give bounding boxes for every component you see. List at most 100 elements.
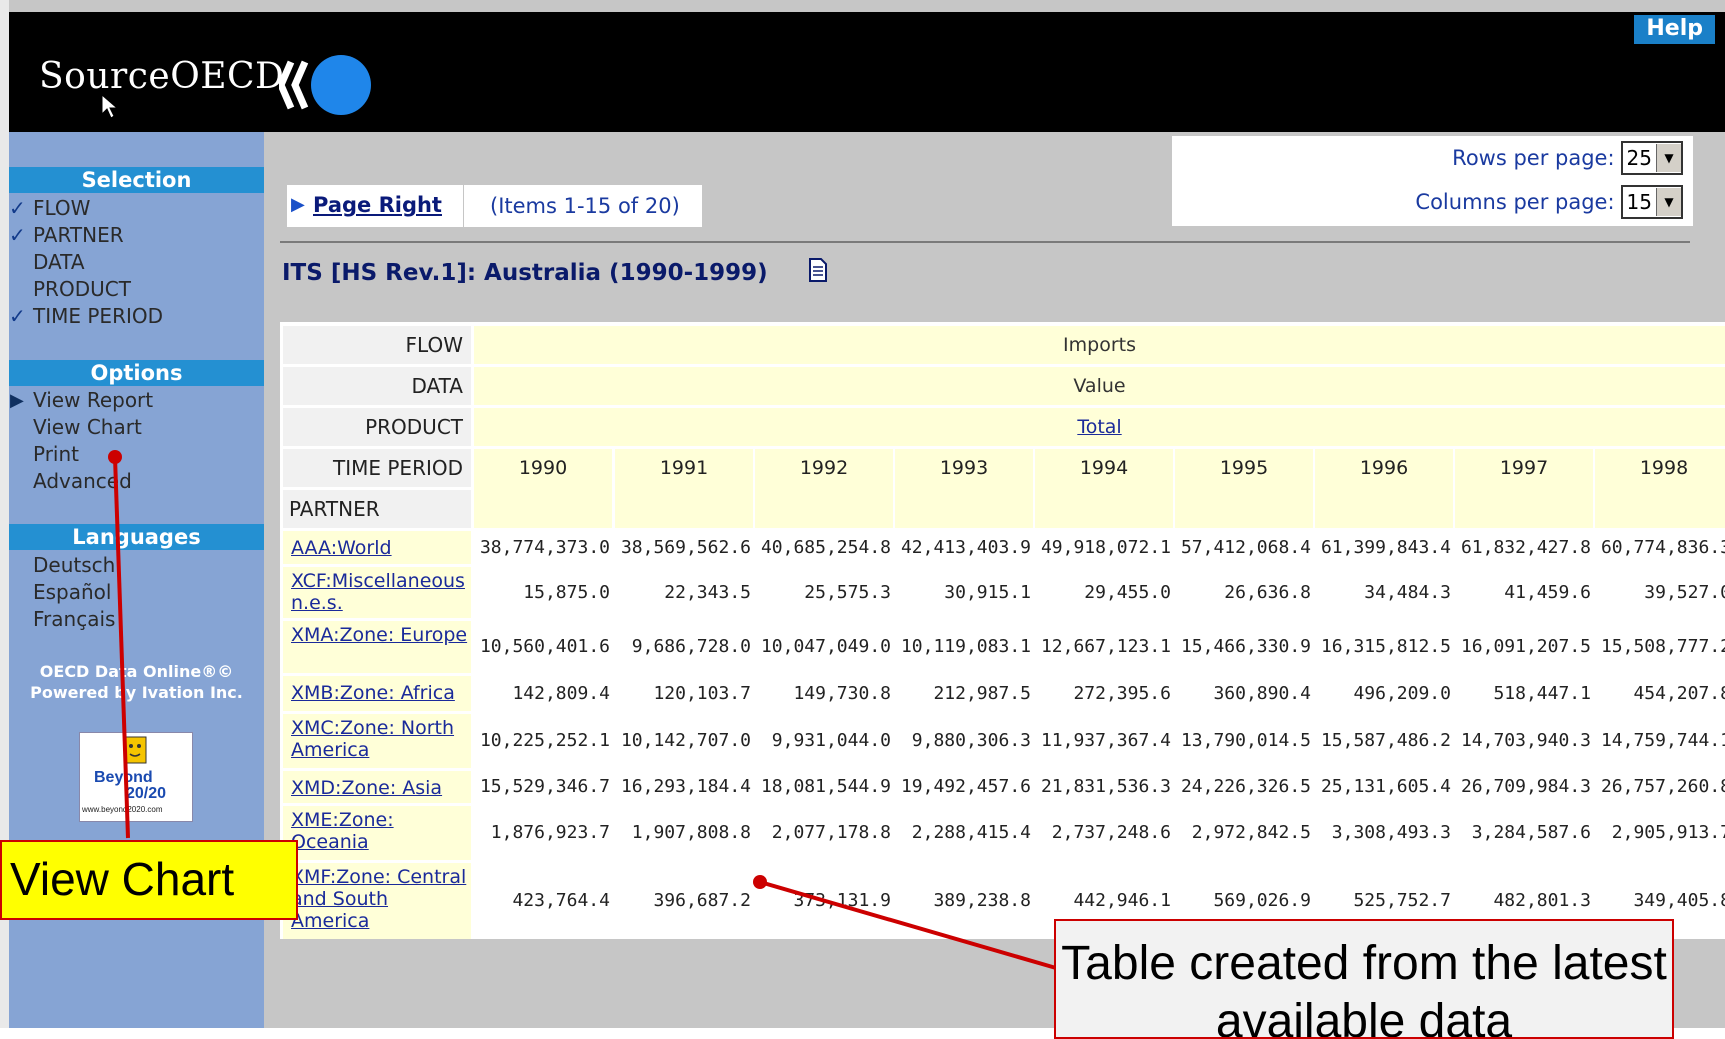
table-cell: 9,686,728.0 [631, 636, 751, 657]
table-cell: 13,790,014.5 [1180, 730, 1311, 751]
play-arrow-icon[interactable]: ▶ [291, 194, 305, 215]
beyond2020-line2: 20/20 [126, 785, 167, 802]
chevron-down-icon[interactable]: ▼ [1656, 188, 1681, 216]
partner-link[interactable]: XME:Zone: Oceania [283, 806, 471, 860]
table-cell: 60,774,836.3 [1600, 537, 1725, 558]
table-cell: 3,308,493.3 [1331, 822, 1451, 843]
table-cell: 26,709,984.3 [1460, 776, 1591, 797]
beyond2020-logo[interactable]: Beyond 20/20 www.beyond2020.com [79, 732, 193, 822]
app-header: SourceOECD Help [9, 12, 1725, 132]
document-icon[interactable] [808, 258, 828, 282]
time-period-label: TIME PERIOD [283, 449, 471, 487]
year-header: 1994 [1035, 449, 1173, 528]
year-header: 1993 [895, 449, 1033, 528]
help-button[interactable]: Help [1634, 15, 1715, 44]
table-cell: 496,209.0 [1353, 683, 1451, 704]
table-cell: 518,447.1 [1493, 683, 1591, 704]
check-icon: ✓ [9, 196, 26, 220]
table-cell: 9,880,306.3 [911, 730, 1031, 751]
rows-per-page-label: Rows per page: [1452, 146, 1615, 170]
table-cell: 38,569,562.6 [620, 537, 751, 558]
table-note-callout: Table created from the latest available … [1054, 919, 1674, 1039]
option-view-report[interactable]: View Report [33, 388, 153, 412]
language-francais[interactable]: Français [33, 607, 115, 631]
options-section-title: Options [9, 360, 264, 386]
table-cell: 272,395.6 [1073, 683, 1171, 704]
selection-item-product[interactable]: PRODUCT [33, 277, 131, 301]
product-value-link[interactable]: Total [474, 408, 1725, 446]
option-print[interactable]: Print [33, 442, 79, 466]
table-cell: 10,047,049.0 [760, 636, 891, 657]
table-cell: 9,931,044.0 [771, 730, 891, 751]
table-cell: 423,764.4 [512, 890, 610, 911]
table-cell: 24,226,326.5 [1180, 776, 1311, 797]
flow-label: FLOW [283, 326, 471, 364]
partner-link[interactable]: AAA:World [283, 531, 471, 564]
selection-item-flow[interactable]: FLOW [33, 196, 90, 220]
columns-per-page-row: Columns per page: 15 ▼ [1415, 182, 1683, 222]
product-label: PRODUCT [283, 408, 471, 446]
table-cell: 57,412,068.4 [1180, 537, 1311, 558]
powered-by-line1: OECD Data Online®© [39, 662, 234, 681]
table-cell: 25,131,605.4 [1320, 776, 1451, 797]
year-header: 1992 [755, 449, 893, 528]
table-cell: 142,809.4 [512, 683, 610, 704]
data-label: DATA [283, 367, 471, 405]
year-header: 1990 [474, 449, 612, 528]
table-cell: 15,466,330.9 [1180, 636, 1311, 657]
mouse-cursor-icon [101, 94, 119, 119]
option-advanced[interactable]: Advanced [33, 469, 132, 493]
year-header: 1998 [1595, 449, 1725, 528]
table-cell: 39,527.0 [1644, 582, 1725, 603]
table-cell: 49,918,072.1 [1040, 537, 1171, 558]
table-cell: 22,343.5 [664, 582, 751, 603]
view-chart-callout: View Chart [0, 840, 298, 920]
year-header: 1997 [1455, 449, 1593, 528]
partner-link[interactable]: XMF:Zone: Central and South America [283, 863, 471, 939]
table-cell: 34,484.3 [1364, 582, 1451, 603]
items-count-cell: (Items 1-15 of 20) [464, 185, 702, 227]
table-cell: 10,560,401.6 [479, 636, 610, 657]
flow-value: Imports [474, 326, 1725, 364]
partner-link[interactable]: XMB:Zone: Africa [283, 676, 471, 711]
table-cell: 2,288,415.4 [911, 822, 1031, 843]
rows-per-page-select[interactable]: 25 ▼ [1620, 141, 1683, 175]
columns-per-page-select[interactable]: 15 ▼ [1620, 185, 1683, 219]
table-cell: 454,207.8 [1633, 683, 1725, 704]
table-cell: 29,455.0 [1084, 582, 1171, 603]
language-espanol[interactable]: Español [33, 580, 111, 604]
selection-item-partner[interactable]: PARTNER [33, 223, 124, 247]
partner-link[interactable]: XMD:Zone: Asia [283, 771, 471, 803]
option-view-chart[interactable]: View Chart [33, 415, 142, 439]
chevron-down-icon[interactable]: ▼ [1656, 144, 1681, 172]
year-header: 1991 [615, 449, 753, 528]
oecd-logo-icon [279, 55, 371, 115]
partner-link[interactable]: XMA:Zone: Europe [283, 621, 471, 673]
table-cell: 16,315,812.5 [1320, 636, 1451, 657]
sourceoecd-logo-text[interactable]: SourceOECD [39, 56, 284, 97]
partner-link[interactable]: XMC:Zone: North America [283, 714, 471, 768]
table-cell: 11,937,367.4 [1040, 730, 1171, 751]
table-cell: 2,077,178.8 [771, 822, 891, 843]
divider [280, 241, 1690, 243]
partner-link[interactable]: XCF:Miscellaneous n.e.s. [283, 567, 471, 618]
partner-label: PARTNER [283, 490, 471, 528]
table-cell: 10,142,707.0 [620, 730, 751, 751]
beyond2020-url: www.beyond2020.com [82, 805, 163, 814]
table-cell: 120,103.7 [653, 683, 751, 704]
language-deutsch[interactable]: Deutsch [33, 553, 115, 577]
table-cell: 396,687.2 [653, 890, 751, 911]
table-cell: 26,757,260.8 [1600, 776, 1725, 797]
table-cell: 26,636.8 [1224, 582, 1311, 603]
table-cell: 389,238.8 [933, 890, 1031, 911]
selection-item-time-period[interactable]: TIME PERIOD [33, 304, 163, 328]
beyond2020-figure-icon [123, 736, 147, 764]
table-cell: 15,508,777.2 [1600, 636, 1725, 657]
table-cell: 15,587,486.2 [1320, 730, 1451, 751]
page-right-cell: ▶ Page Right [287, 185, 463, 227]
data-value: Value [474, 367, 1725, 405]
page-right-link[interactable]: Page Right [313, 193, 442, 217]
table-cell: 61,832,427.8 [1460, 537, 1591, 558]
year-header: 1995 [1175, 449, 1313, 528]
selection-item-data[interactable]: DATA [33, 250, 85, 274]
